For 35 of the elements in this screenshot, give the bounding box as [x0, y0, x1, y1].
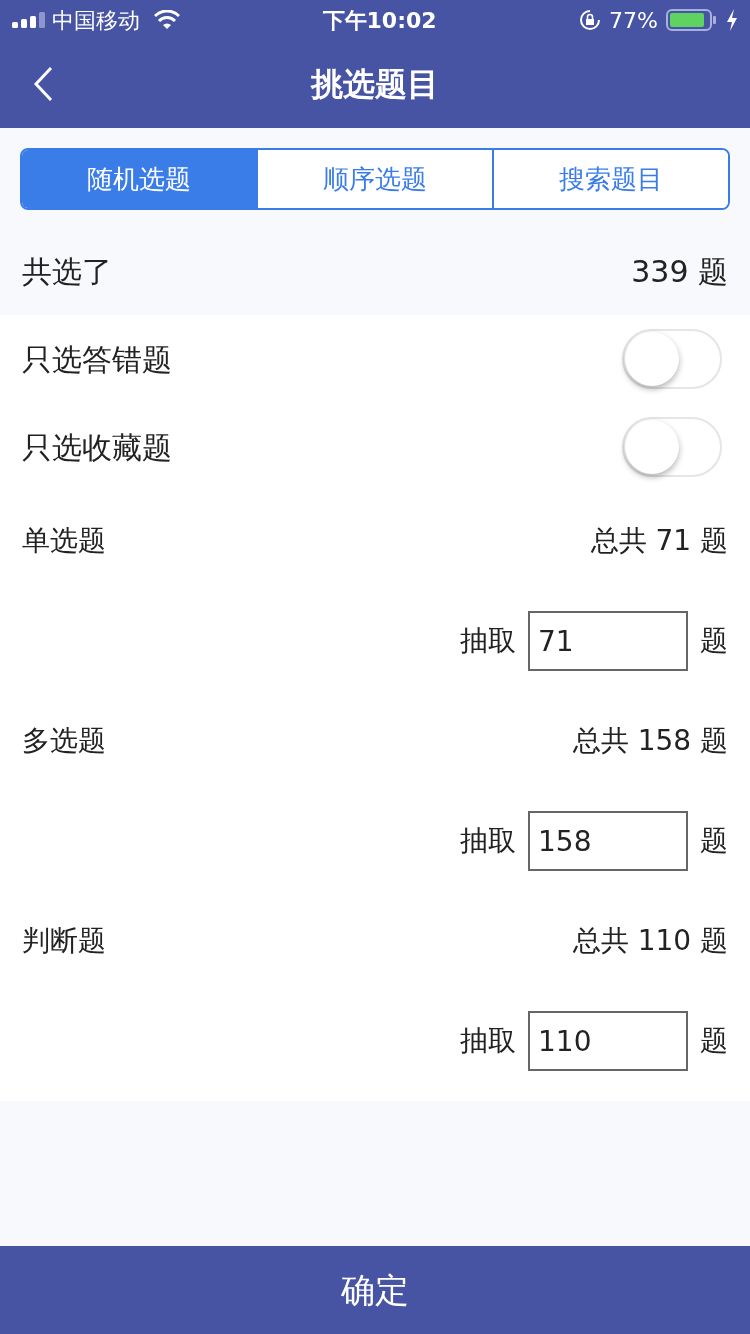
question-total: 总共 158 题 [572, 723, 728, 759]
question-type-label: 多选题 [22, 723, 106, 759]
toggle-switch[interactable] [622, 329, 722, 389]
summary-count: 339 题 [631, 253, 728, 291]
rotation-lock-icon [579, 9, 602, 31]
unit-label: 题 [700, 1023, 728, 1059]
switch-label: 只选收藏题 [22, 428, 172, 467]
unit-label: 题 [700, 623, 728, 659]
status-time: 下午10:02 [322, 6, 437, 35]
charging-icon [726, 9, 738, 31]
question-total: 总共 110 题 [572, 923, 728, 959]
summary-label: 共选了 [22, 253, 112, 291]
page-title: 挑选题目 [311, 64, 439, 105]
extract-label: 抽取 [460, 823, 516, 859]
signal-icon [12, 12, 46, 28]
tab[interactable]: 搜索题目 [492, 150, 728, 208]
question-type-label: 判断题 [22, 923, 106, 959]
tab[interactable]: 随机选题 [22, 150, 256, 208]
confirm-button[interactable]: 确定 [0, 1246, 750, 1334]
count-input-field[interactable]: 110 [528, 1011, 688, 1071]
question-total: 总共 71 题 [590, 523, 728, 559]
battery-percent: 77% [609, 6, 658, 35]
switch-label: 只选答错题 [22, 340, 172, 379]
tab[interactable]: 顺序选题 [256, 150, 492, 208]
count-input-field[interactable]: 71 [528, 611, 688, 671]
toggle-switch[interactable] [622, 417, 722, 477]
back-icon [33, 66, 53, 102]
extract-label: 抽取 [460, 623, 516, 659]
count-input-field[interactable]: 158 [528, 811, 688, 871]
carrier-name: 中国移动 [52, 6, 140, 35]
extract-label: 抽取 [460, 1023, 516, 1059]
battery-icon [666, 8, 718, 32]
wifi-icon [154, 10, 180, 30]
question-type-label: 单选题 [22, 523, 106, 559]
unit-label: 题 [700, 823, 728, 859]
